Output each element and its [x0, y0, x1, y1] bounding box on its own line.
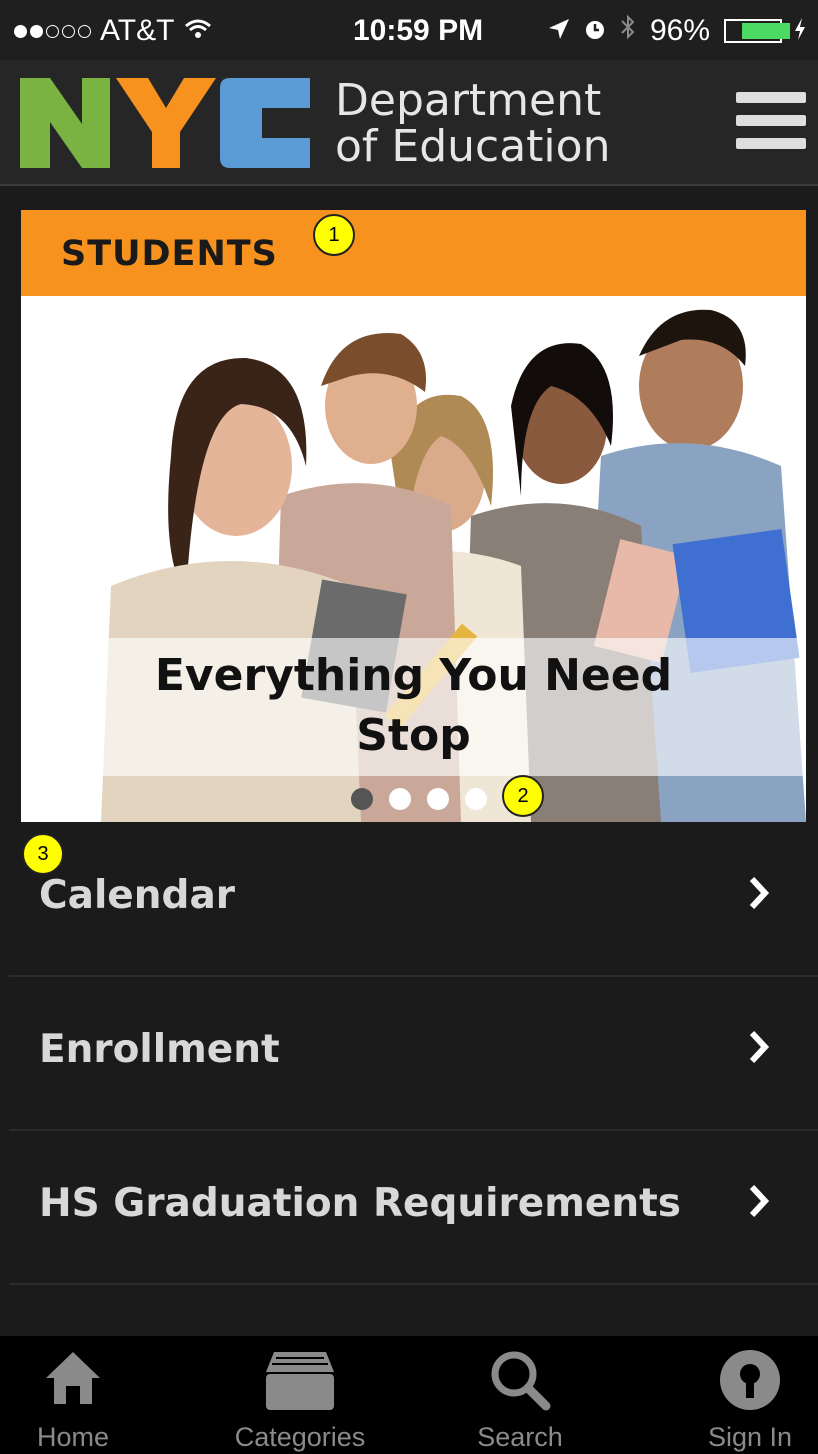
- signal-dot: [14, 24, 27, 38]
- battery-percent: 96%: [649, 14, 710, 47]
- tab-label: Categories: [234, 1422, 366, 1452]
- tab-categories[interactable]: Categories: [220, 1336, 380, 1454]
- annotation-marker: 3: [22, 833, 64, 875]
- clock: 10:59 PM: [353, 14, 484, 47]
- carousel-dot[interactable]: [427, 788, 449, 810]
- list-item-label: Enrollment: [39, 1027, 280, 1072]
- signal-dot: [78, 24, 91, 38]
- search-icon: [491, 1351, 551, 1411]
- tab-home[interactable]: Home: [18, 1336, 128, 1454]
- location-arrow-icon: [548, 14, 570, 48]
- main-content: STUDENTS Everything You Need Stop Calend…: [0, 186, 818, 1336]
- status-bar: AT&T 10:59 PM 96%: [0, 0, 818, 60]
- tab-label: Search: [477, 1422, 563, 1452]
- carousel-caption: Everything You Need Stop: [21, 646, 806, 766]
- annotation-marker: 1: [313, 214, 355, 256]
- app-header: Department of Education: [0, 60, 818, 186]
- list-item-enrollment[interactable]: Enrollment: [9, 977, 818, 1131]
- categories-icon: [266, 1352, 334, 1410]
- title-line-1: Department: [335, 75, 602, 126]
- hamburger-icon[interactable]: [736, 92, 806, 150]
- signal-dot: [46, 24, 59, 38]
- chevron-right-icon: [749, 1184, 770, 1218]
- chevron-right-icon: [749, 1030, 770, 1064]
- section-banner: STUDENTS: [21, 210, 806, 296]
- status-icons: 96%: [534, 14, 806, 48]
- carrier-name: AT&T: [100, 14, 175, 47]
- signal-dot: [62, 24, 75, 38]
- nyc-logo[interactable]: [20, 74, 310, 172]
- section-title: STUDENTS: [61, 234, 278, 274]
- wifi-icon: [184, 14, 212, 48]
- list-item-calendar[interactable]: Calendar: [9, 823, 818, 977]
- caption-line-2: Stop: [356, 710, 471, 761]
- list-item-hs-graduation-requirements[interactable]: HS Graduation Requirements: [9, 1131, 818, 1285]
- bluetooth-icon: [620, 14, 636, 48]
- carousel-dot[interactable]: [465, 788, 487, 810]
- alarm-icon: [584, 14, 606, 48]
- tab-bar: Home Categories Search Sign In: [0, 1336, 818, 1454]
- chevron-right-icon: [749, 876, 770, 910]
- sign-in-icon: [720, 1350, 780, 1410]
- department-title: Department of Education: [335, 78, 610, 170]
- carousel-dot[interactable]: [351, 788, 373, 810]
- tab-search[interactable]: Search: [450, 1336, 590, 1454]
- menu-list: Calendar Enrollment HS Graduation Requir…: [9, 823, 818, 1335]
- signal-dot: [30, 24, 43, 38]
- tab-label: Sign In: [707, 1422, 793, 1452]
- caption-line-1: Everything You Need: [154, 650, 673, 701]
- list-item-label: Calendar: [39, 873, 235, 918]
- list-item-label: HS Graduation Requirements: [39, 1181, 681, 1226]
- title-line-2: of Education: [335, 121, 611, 172]
- home-icon: [46, 1352, 100, 1404]
- hero-carousel[interactable]: Everything You Need Stop: [21, 296, 806, 822]
- carousel-pagination: [351, 788, 503, 810]
- charging-icon: [794, 14, 806, 48]
- battery-icon: [724, 19, 790, 43]
- signal-and-carrier: AT&T: [14, 14, 212, 48]
- carousel-dot[interactable]: [389, 788, 411, 810]
- list-item-partial[interactable]: [9, 1285, 818, 1335]
- tab-sign-in[interactable]: Sign In: [690, 1336, 810, 1454]
- annotation-marker: 2: [502, 775, 544, 817]
- tab-label: Home: [36, 1422, 110, 1452]
